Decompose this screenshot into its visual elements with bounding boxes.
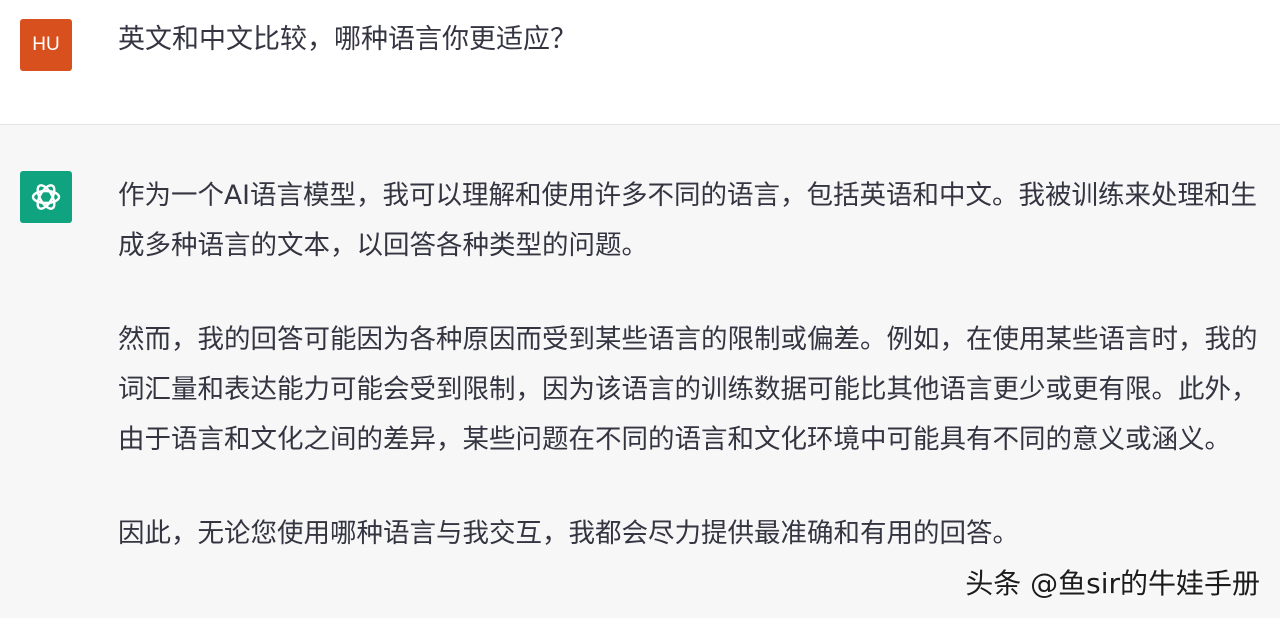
assistant-avatar [20, 171, 72, 223]
watermark: 头条 @鱼sir的牛娃手册 [965, 567, 1260, 600]
assistant-paragraph: 因此，无论您使用哪种语言与我交互，我都会尽力提供最准确和有用的回答。 [118, 518, 1019, 549]
user-message-text: 英文和中文比较，哪种语言你更适应？ [118, 24, 577, 55]
user-avatar-initials: HU [32, 34, 60, 55]
assistant-message-row: 作为一个AI语言模型，我可以理解和使用许多不同的语言，包括英语和中文。我被训练来… [0, 125, 1280, 618]
user-avatar: HU [20, 19, 72, 71]
user-message-row: HU 英文和中文比较，哪种语言你更适应？ [0, 0, 1280, 125]
assistant-paragraph: 作为一个AI语言模型，我可以理解和使用许多不同的语言，包括英语和中文。我被训练来… [118, 180, 1257, 261]
assistant-message-body: 作为一个AI语言模型，我可以理解和使用许多不同的语言，包括英语和中文。我被训练来… [118, 171, 1268, 603]
openai-logo-icon [31, 184, 61, 210]
assistant-paragraph: 然而，我的回答可能因为各种原因而受到某些语言的限制或偏差。例如，在使用某些语言时… [118, 324, 1258, 455]
